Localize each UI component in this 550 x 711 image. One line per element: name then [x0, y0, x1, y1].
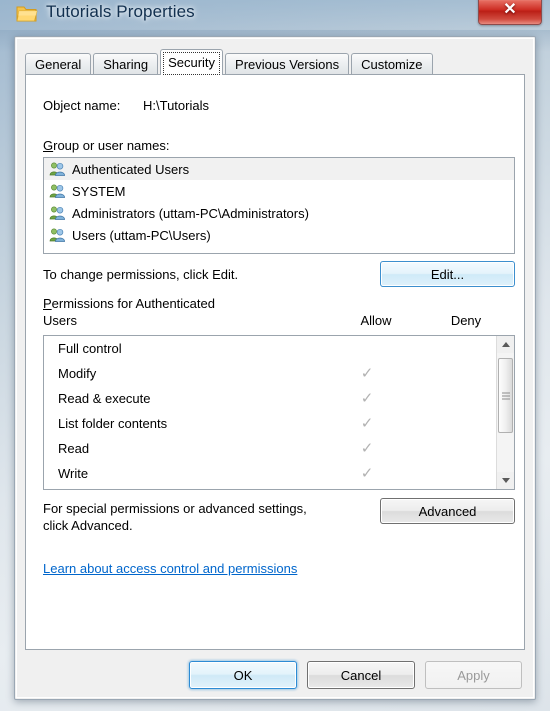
permission-name: Write	[58, 466, 89, 481]
allow-check-icon: ✓	[360, 465, 374, 482]
advanced-button[interactable]: Advanced	[380, 498, 515, 524]
permission-name: Read & execute	[58, 391, 151, 406]
object-name-label: Object name:	[43, 98, 121, 113]
cancel-button[interactable]: Cancel	[307, 661, 415, 689]
object-name-row: Object name: H:\Tutorials	[43, 98, 209, 113]
cancel-button-label: Cancel	[340, 667, 382, 683]
permissions-label-line1: Permissions for Authenticated	[43, 296, 215, 311]
permissions-scrollbar[interactable]	[496, 336, 514, 489]
table-row[interactable]: Read ✓	[44, 436, 496, 461]
allow-check-icon: ✓	[360, 365, 374, 382]
list-item-label: SYSTEM	[72, 183, 126, 199]
permissions-label-line2: Users	[43, 313, 77, 328]
ok-button[interactable]: OK	[189, 661, 297, 689]
tab-sharing[interactable]: Sharing	[93, 53, 159, 75]
apply-button: Apply	[425, 661, 522, 689]
advanced-hint-line2: click Advanced.	[43, 518, 133, 533]
edit-button[interactable]: Edit...	[380, 261, 515, 287]
allow-check-icon: ✓	[360, 440, 374, 457]
title-bar: Tutorials Properties	[0, 0, 550, 36]
permissions-list[interactable]: Full control Modify ✓ Read & execute ✓ L…	[43, 335, 515, 490]
ok-button-label: OK	[233, 667, 253, 683]
permission-name: Read	[58, 441, 90, 456]
table-row[interactable]: Full control	[44, 336, 496, 361]
users-group-icon	[49, 183, 66, 199]
users-group-icon	[49, 161, 66, 177]
advanced-button-label: Advanced	[418, 503, 477, 519]
scroll-up-button[interactable]	[497, 336, 514, 353]
tab-previous-versions-label: Previous Versions	[235, 57, 340, 72]
table-row[interactable]: Read & execute ✓	[44, 386, 496, 411]
folder-icon	[16, 4, 38, 23]
tab-customize[interactable]: Customize	[351, 53, 433, 75]
list-item[interactable]: SYSTEM	[44, 180, 514, 202]
edit-hint-text: To change permissions, click Edit.	[43, 267, 239, 282]
tab-sharing-label: Sharing	[103, 57, 149, 72]
properties-dialog: General Sharing Security Previous Versio…	[14, 36, 536, 700]
dialog-inner: General Sharing Security Previous Versio…	[16, 38, 534, 698]
table-row[interactable]: Write ✓	[44, 461, 496, 486]
close-button[interactable]: ✕	[478, 0, 542, 25]
list-item-label: Users (uttam-PC\Users)	[72, 227, 211, 243]
dialog-button-bar: OK Cancel Apply	[17, 645, 533, 697]
permission-name: List folder contents	[58, 416, 168, 431]
security-tab-panel: Object name: H:\Tutorials Group or user n…	[25, 74, 525, 650]
desktop-backdrop-upper	[0, 0, 550, 34]
advanced-hint-text: For special permissions or advanced sett…	[43, 500, 363, 534]
permission-name: Full control	[58, 341, 122, 356]
close-icon: ✕	[503, 0, 517, 18]
list-item-label: Authenticated Users	[72, 161, 190, 177]
table-row[interactable]: List folder contents ✓	[44, 411, 496, 436]
scroll-down-button[interactable]	[497, 472, 514, 489]
list-item-label: Administrators (uttam-PC\Administrators)	[72, 205, 309, 221]
group-or-user-names-label: Group or user names:	[43, 138, 170, 153]
list-item[interactable]: Users (uttam-PC\Users)	[44, 224, 514, 246]
tab-general-label: General	[35, 57, 82, 72]
column-header-allow: Allow	[360, 313, 392, 328]
permission-name: Modify	[58, 366, 97, 381]
allow-check-icon: ✓	[360, 390, 374, 407]
list-item[interactable]: Administrators (uttam-PC\Administrators)	[44, 202, 514, 224]
scrollbar-thumb[interactable]	[498, 358, 513, 433]
users-group-icon	[49, 205, 66, 221]
group-or-user-names-list[interactable]: Authenticated Users SYSTEM Administrator…	[43, 157, 515, 254]
tab-customize-label: Customize	[361, 57, 423, 72]
column-header-deny: Deny	[450, 313, 482, 328]
tab-general[interactable]: General	[25, 53, 92, 75]
list-item[interactable]: Authenticated Users	[44, 158, 514, 180]
allow-check-icon: ✓	[360, 415, 374, 432]
users-group-icon	[49, 227, 66, 243]
window-title: Tutorials Properties	[46, 2, 195, 21]
edit-button-label: Edit...	[430, 266, 465, 282]
grip-icon	[502, 390, 510, 401]
table-row[interactable]: Modify ✓	[44, 361, 496, 386]
tab-security[interactable]: Security	[160, 49, 224, 75]
object-name-value: H:\Tutorials	[143, 98, 209, 113]
chevron-down-icon	[501, 478, 510, 483]
advanced-hint-line1: For special permissions or advanced sett…	[43, 501, 307, 516]
tab-strip: General Sharing Security Previous Versio…	[25, 49, 525, 75]
tab-previous-versions[interactable]: Previous Versions	[225, 53, 350, 75]
permissions-scrollport: Full control Modify ✓ Read & execute ✓ L…	[44, 336, 496, 489]
tab-security-label: Security	[168, 55, 216, 70]
apply-button-label: Apply	[457, 667, 490, 683]
learn-about-access-control-link[interactable]: Learn about access control and permissio…	[43, 561, 297, 576]
chevron-up-icon	[501, 342, 510, 347]
